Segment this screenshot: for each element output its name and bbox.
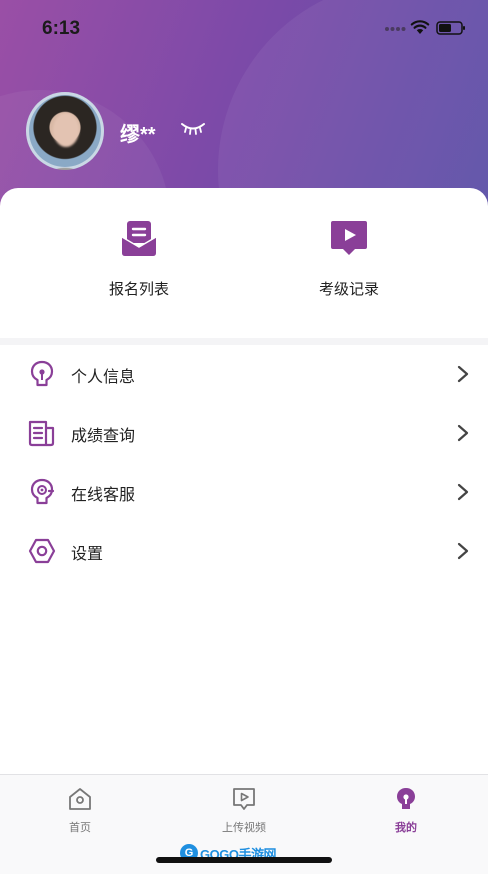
menu-item-grade-query[interactable]: 成绩查询 <box>0 404 488 463</box>
quick-action-label: 报名列表 <box>108 281 169 298</box>
chevron-right-icon <box>457 483 469 501</box>
headset-icon <box>30 478 55 505</box>
upload-video-icon <box>233 788 255 810</box>
chevron-right-icon <box>457 424 469 442</box>
menu-item-label: 个人信息 <box>71 369 136 386</box>
eye-closed-icon[interactable] <box>180 120 206 136</box>
tab-profile[interactable]: 我的 <box>366 785 446 835</box>
envelope-icon <box>121 221 157 256</box>
person-info-icon <box>30 360 54 387</box>
chevron-right-icon <box>457 542 469 560</box>
menu-item-customer-service[interactable]: 在线客服 <box>0 463 488 522</box>
status-time: 6:13 <box>42 18 81 39</box>
exam-records-button[interactable]: 考级记录 <box>289 218 409 299</box>
video-record-icon <box>331 221 367 255</box>
username: 缪** <box>120 124 156 146</box>
status-bar: 6:13 <box>0 0 488 60</box>
tab-label: 首页 <box>69 822 91 834</box>
registration-list-button[interactable]: 报名列表 <box>79 218 199 299</box>
menu-item-label: 设置 <box>71 546 104 563</box>
tab-label: 我的 <box>395 822 417 834</box>
avatar-face <box>53 113 79 147</box>
tab-home[interactable]: 首页 <box>40 785 120 835</box>
settings-menu: 个人信息 成绩查询 在线客服 设置 <box>0 345 488 581</box>
menu-item-label: 成绩查询 <box>71 428 136 445</box>
tab-label: 上传视频 <box>222 822 266 834</box>
profile-icon <box>397 788 415 809</box>
home-indicator <box>156 857 332 863</box>
chevron-right-icon <box>457 365 469 383</box>
profile-header: 6:13 缪** <box>0 0 488 215</box>
home-icon <box>69 788 91 810</box>
section-divider <box>0 338 488 345</box>
menu-item-label: 在线客服 <box>71 487 136 504</box>
settings-icon <box>28 538 56 564</box>
menu-item-personal-info[interactable]: 个人信息 <box>0 345 488 404</box>
signal-icon <box>385 27 406 31</box>
avatar[interactable] <box>26 92 104 170</box>
quick-action-label: 考级记录 <box>318 281 379 298</box>
quick-actions-card: 报名列表 考级记录 <box>0 188 488 340</box>
document-icon <box>28 420 55 447</box>
battery-icon <box>436 21 465 35</box>
wifi-icon <box>410 20 430 34</box>
tab-upload-video[interactable]: 上传视频 <box>204 785 284 835</box>
menu-item-settings[interactable]: 设置 <box>0 522 488 581</box>
